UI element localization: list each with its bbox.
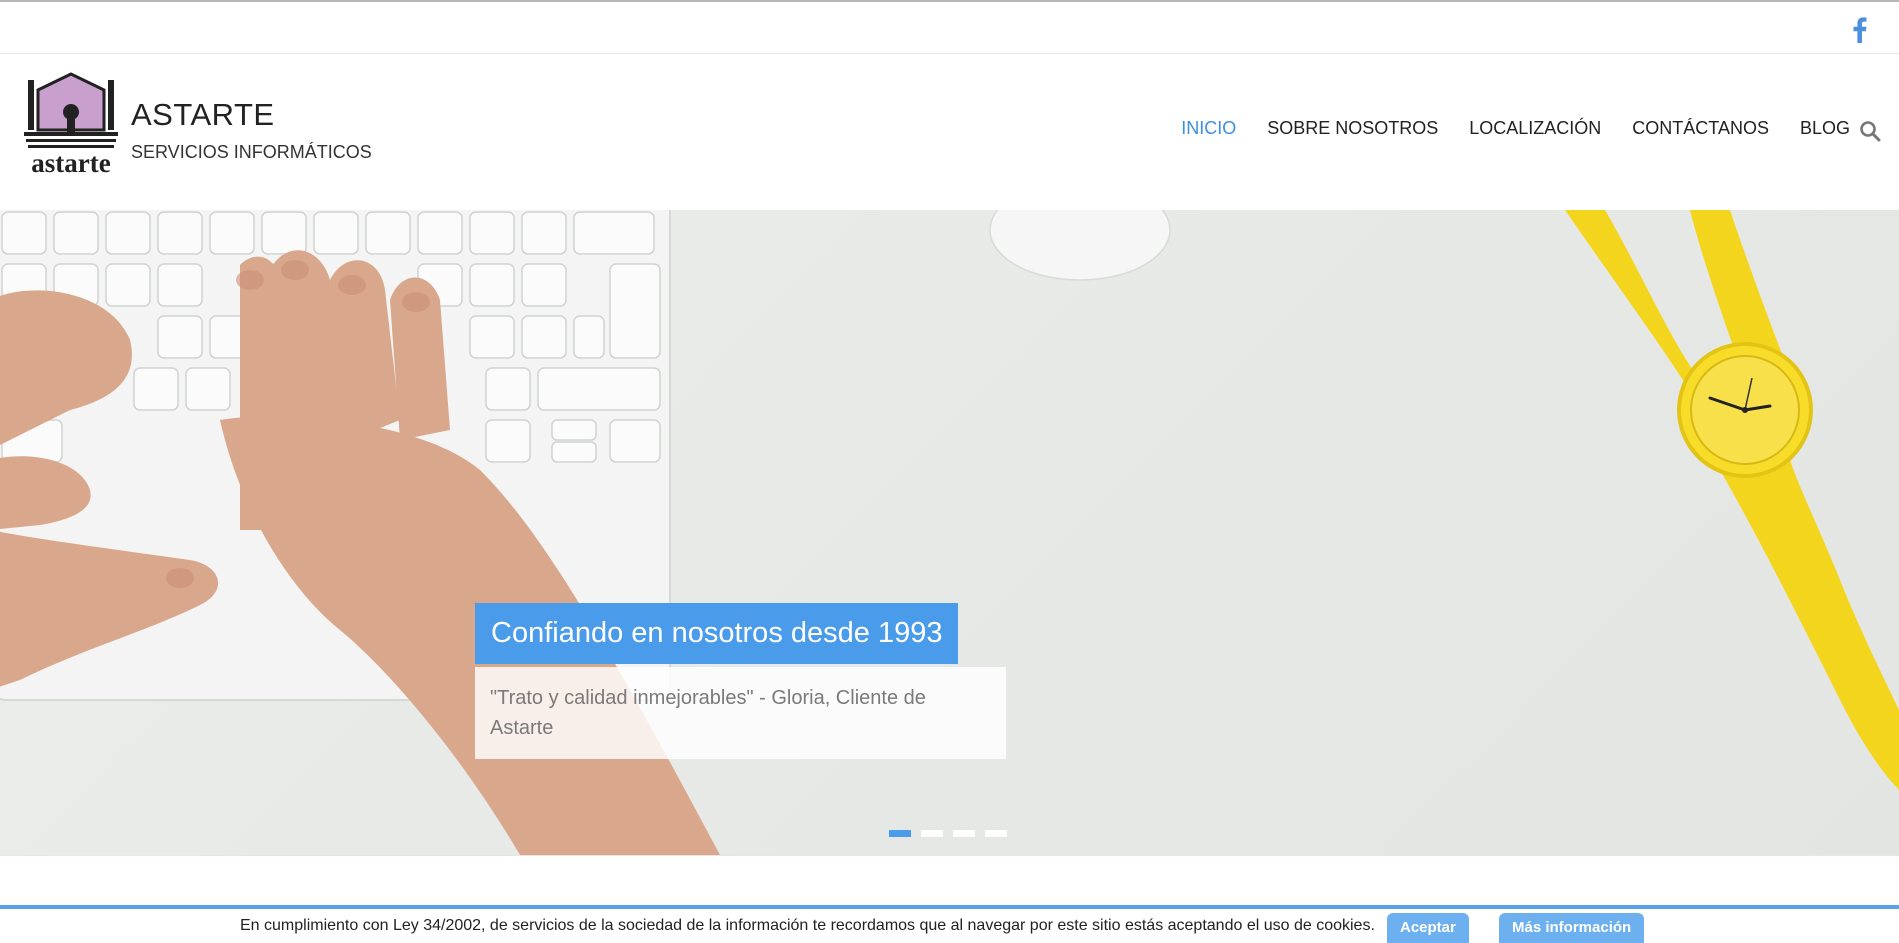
site-header: astarte ASTARTE SERVICIOS INFORMÁTICOS I… [0,54,1899,210]
site-subtitle: SERVICIOS INFORMÁTICOS [131,142,372,162]
nav-item-contactanos[interactable]: CONTÁCTANOS [1632,118,1769,139]
facebook-icon[interactable] [1849,16,1871,44]
slider-dot-3[interactable] [953,830,975,837]
cookie-banner: En cumplimiento con Ley 34/2002, de serv… [0,905,1899,943]
nav-item-blog[interactable]: BLOG [1800,118,1850,139]
search-icon[interactable] [1859,120,1881,142]
cookie-more-info-button[interactable]: Más información [1499,913,1645,943]
nav-item-sobre-nosotros[interactable]: SOBRE NOSOTROS [1267,118,1438,139]
cookie-notice-text: En cumplimiento con Ley 34/2002, de serv… [240,917,1375,934]
hero-slider: Confiando en nosotros desde 1993 "Trato … [0,210,1899,855]
slider-dot-1[interactable] [889,830,911,837]
nav-item-inicio[interactable]: INICIO [1181,118,1236,139]
slider-pagination [889,830,1007,837]
slider-dot-4[interactable] [985,830,1007,837]
content-area [0,855,1899,905]
nav-item-localizacion[interactable]: LOCALIZACIÓN [1469,118,1601,139]
slide-caption-quote: "Trato y calidad inmejorables" - Gloria,… [475,667,1006,759]
main-nav: INICIO SOBRE NOSOTROS LOCALIZACIÓN CONTÁ… [1150,118,1850,139]
site-logo[interactable]: astarte [20,72,122,178]
site-title[interactable]: ASTARTE [131,97,275,133]
slide-caption-title: Confiando en nosotros desde 1993 [475,603,959,664]
logo-wordmark: astarte [31,148,110,178]
slider-dot-2[interactable] [921,830,943,837]
cookie-accept-button[interactable]: Aceptar [1387,913,1469,943]
top-bar [0,0,1899,54]
